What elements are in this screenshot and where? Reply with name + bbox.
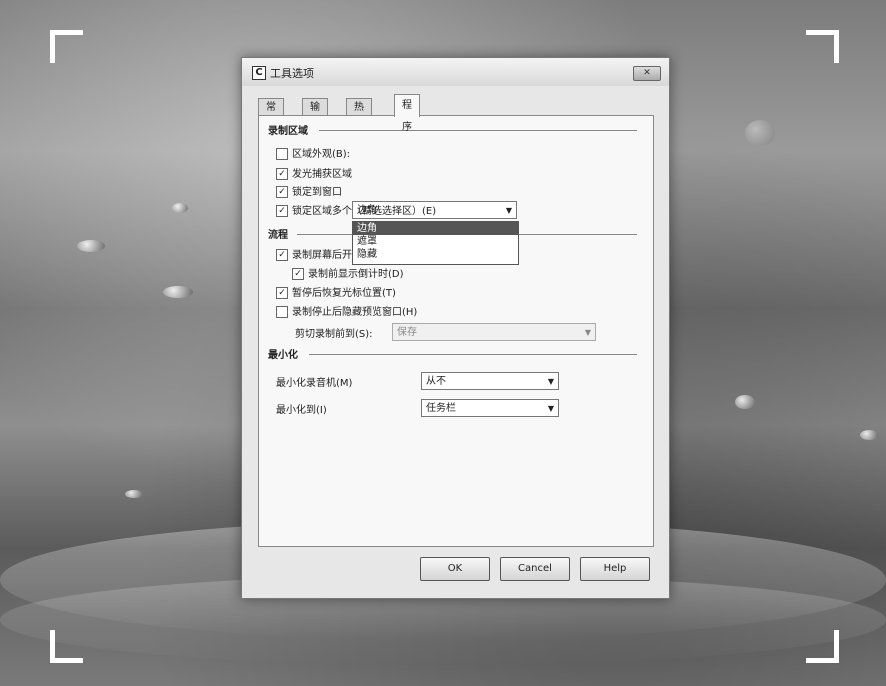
water-drop (163, 286, 193, 298)
divider (309, 354, 637, 355)
outside-dropdown-list: 边角 遮罩 隐藏 (352, 221, 519, 265)
restore-cursor-row[interactable]: ✓ 暂停后恢复光标位置(T) (276, 284, 396, 300)
tool-options-dialog: C 工具选项 ✕ 常规 输入 热键 程序 录制区域 区域外观(B): 边角 ▼ … (241, 57, 670, 599)
water-drop (735, 395, 755, 409)
water-drop (745, 120, 775, 146)
restore-cursor-checkbox[interactable]: ✓ (276, 287, 288, 299)
close-button[interactable]: ✕ (633, 66, 661, 81)
tab-panel-program: 录制区域 区域外观(B): 边角 ▼ 边角 遮罩 隐藏 ✓ 发光捕获区域 ✓ 锁定到… (258, 115, 654, 547)
minimize-recorder-row: 最小化录音机(M) (276, 374, 352, 390)
water-drop (172, 203, 188, 213)
save-to-value: 保存 (397, 327, 417, 338)
save-to-select[interactable]: 保存 ▼ (392, 323, 596, 341)
lock-window-row[interactable]: ✓ 锁定到窗口 (276, 183, 342, 199)
frame-corner (50, 30, 83, 63)
lock-multi-row[interactable]: ✓ 锁定区域多个（精选选择区）(E) (276, 202, 436, 218)
save-to-label: 剪切录制前到(S): (295, 329, 373, 340)
lock-window-label: 锁定到窗口 (292, 187, 342, 198)
tab-general[interactable]: 常规 (258, 98, 284, 130)
water-drop (77, 240, 105, 252)
hide-preview-row[interactable]: 录制停止后隐藏预览窗口(H) (276, 303, 417, 319)
minimize-to-select[interactable]: 任务栏 ▼ (421, 399, 559, 417)
frame-corner (50, 630, 83, 663)
save-to-row: 剪切录制前到(S): (295, 325, 373, 341)
minimize-recorder-select[interactable]: 从不 ▼ (421, 372, 559, 390)
start-capture-checkbox[interactable]: ✓ (276, 249, 288, 261)
minimize-section-heading: 最小化 (268, 350, 298, 361)
flow-section-heading: 流程 (268, 230, 288, 241)
countdown-checkbox[interactable]: ✓ (292, 268, 304, 280)
app-icon: C (252, 66, 266, 80)
minimize-recorder-value: 从不 (426, 376, 446, 387)
tab-input[interactable]: 输入 (302, 98, 328, 130)
chevron-down-icon: ▼ (547, 377, 554, 386)
chevron-down-icon: ▼ (547, 404, 554, 413)
lock-window-checkbox[interactable]: ✓ (276, 186, 288, 198)
countdown-row[interactable]: ✓ 录制前显示倒计时(D) (292, 265, 404, 281)
countdown-label: 录制前显示倒计时(D) (308, 269, 404, 280)
divider (319, 130, 637, 131)
dropdown-option[interactable]: 边角 (353, 222, 518, 235)
lock-multi-checkbox[interactable]: ✓ (276, 205, 288, 217)
glow-capture-label: 发光捕获区域 (292, 169, 352, 180)
water-drop (860, 430, 878, 440)
glow-capture-checkbox[interactable]: ✓ (276, 168, 288, 180)
restore-cursor-label: 暂停后恢复光标位置(T) (292, 288, 396, 299)
dropdown-option[interactable]: 隐藏 (353, 248, 518, 261)
frame-corner (806, 30, 839, 63)
capture-section-heading: 录制区域 (268, 126, 308, 137)
tab-hotkeys[interactable]: 热键 (346, 98, 372, 130)
help-button[interactable]: Help (580, 557, 650, 581)
outside-row: 区域外观(B): (276, 145, 350, 161)
outside-checkbox[interactable] (276, 148, 288, 160)
minimize-to-label: 最小化到(I) (276, 405, 327, 416)
outside-label: 区域外观(B): (292, 149, 351, 160)
title-bar[interactable]: C 工具选项 ✕ (242, 58, 669, 86)
dialog-title: 工具选项 (270, 67, 314, 80)
frame-corner (806, 630, 839, 663)
hide-preview-checkbox[interactable] (276, 306, 288, 318)
water-drop (125, 490, 143, 498)
tab-program[interactable]: 程序 (394, 94, 420, 133)
minimize-to-row: 最小化到(I) (276, 401, 327, 417)
minimize-to-value: 任务栏 (426, 403, 456, 414)
hide-preview-label: 录制停止后隐藏预览窗口(H) (292, 307, 418, 318)
chevron-down-icon: ▼ (505, 206, 512, 215)
lock-multi-label: 锁定区域多个（精选选择区）(E) (292, 206, 437, 217)
chevron-down-icon: ▼ (584, 328, 591, 337)
minimize-recorder-label: 最小化录音机(M) (276, 378, 353, 389)
ok-button[interactable]: OK (420, 557, 490, 581)
dropdown-option[interactable]: 遮罩 (353, 235, 518, 248)
glow-capture-row[interactable]: ✓ 发光捕获区域 (276, 165, 352, 181)
cancel-button[interactable]: Cancel (500, 557, 570, 581)
